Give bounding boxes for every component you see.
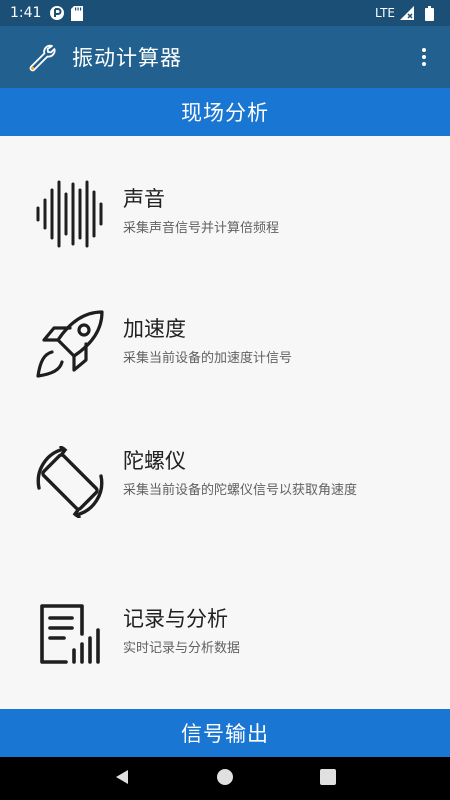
item-name: 记录与分析 <box>123 607 228 631</box>
feature-list: 声音 采集声音信号并计算倍频程 加速度 采集当前设备的加速度计信号 陀螺仪 采集… <box>0 136 450 709</box>
item-desc: 采集当前设备的陀螺仪信号以获取角速度 <box>123 483 358 498</box>
item-desc: 采集声音信号并计算倍频程 <box>123 221 280 236</box>
item-name: 陀螺仪 <box>123 449 186 473</box>
item-desc: 采集当前设备的加速度计信号 <box>123 351 293 366</box>
home-icon[interactable] <box>216 768 234 790</box>
status-time: 1:41 <box>10 5 42 21</box>
report-icon <box>34 600 106 672</box>
list-item-record-analysis[interactable]: 记录与分析 实时记录与分析数据 <box>0 600 450 700</box>
item-desc: 实时记录与分析数据 <box>123 641 241 656</box>
network-type: LTE <box>375 6 395 20</box>
signal-icon <box>400 6 414 20</box>
battery-icon <box>425 5 434 21</box>
rotate-device-icon <box>34 445 106 519</box>
list-item-acceleration[interactable]: 加速度 采集当前设备的加速度计信号 <box>0 308 450 418</box>
sound-wave-icon <box>34 178 106 250</box>
recents-icon[interactable] <box>319 768 337 790</box>
system-nav-bar <box>0 757 450 800</box>
list-item-sound[interactable]: 声音 采集声音信号并计算倍频程 <box>0 178 450 288</box>
notification-app-icon <box>49 5 65 21</box>
app-title: 振动计算器 <box>72 46 182 70</box>
wrench-icon <box>26 42 56 72</box>
sd-card-icon <box>71 5 84 21</box>
item-name: 加速度 <box>123 317 186 341</box>
list-item-gyroscope[interactable]: 陀螺仪 采集当前设备的陀螺仪信号以获取角速度 <box>0 444 450 564</box>
app-bar: 振动计算器 <box>0 26 450 88</box>
status-bar: 1:41 LTE <box>0 0 450 26</box>
back-icon[interactable] <box>113 768 131 790</box>
more-vert-icon[interactable] <box>412 42 436 72</box>
section-header-field-analysis: 现场分析 <box>0 88 450 136</box>
item-name: 声音 <box>123 187 165 211</box>
section-header-signal-output[interactable]: 信号输出 <box>0 709 450 757</box>
rocket-icon <box>34 308 106 380</box>
